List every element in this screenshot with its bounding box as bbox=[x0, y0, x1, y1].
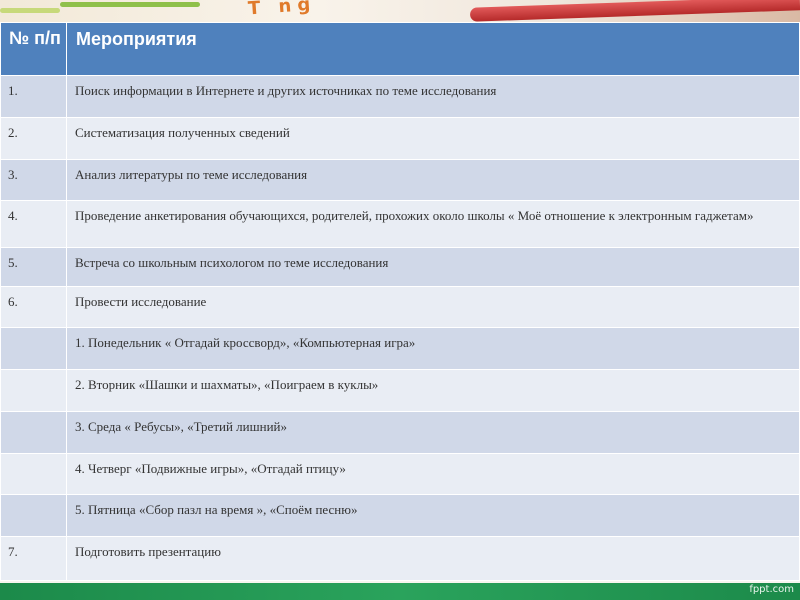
table-row: 3. Среда « Ребусы», «Третий лишний» bbox=[0, 411, 800, 454]
pencil-stripe-decoration bbox=[0, 8, 60, 13]
row-num-cell: 5. bbox=[0, 247, 67, 287]
row-num-cell bbox=[0, 453, 67, 495]
row-text: Провести исследование bbox=[75, 294, 207, 309]
header-events-cell: Мероприятия bbox=[66, 22, 800, 76]
table-row: 4. Проведение анкетирования обучающихся,… bbox=[0, 200, 800, 248]
row-num: 7. bbox=[8, 544, 18, 559]
row-text-cell: 5. Пятница «Сбор пазл на время », «Споём… bbox=[66, 494, 800, 537]
row-num: 6. bbox=[8, 294, 18, 309]
row-num bbox=[1, 412, 66, 418]
row-num-cell bbox=[0, 411, 67, 454]
row-num-cell: 7. bbox=[0, 536, 67, 581]
row-text: 3. Среда « Ребусы», «Третий лишний» bbox=[75, 419, 287, 434]
events-table: № п/п Мероприятия 1. Поиск информации в … bbox=[0, 22, 800, 581]
row-text: 4. Четверг «Подвижные игры», «Отгадай пт… bbox=[75, 461, 346, 476]
row-num-cell bbox=[0, 369, 67, 412]
row-text: Поиск информации в Интернете и других ис… bbox=[75, 83, 497, 98]
row-num-cell: 6. bbox=[0, 286, 67, 328]
top-banner-image: T ng bbox=[0, 0, 800, 22]
table-row: 6. Провести исследование bbox=[0, 286, 800, 328]
row-text-cell: Поиск информации в Интернете и других ис… bbox=[66, 75, 800, 118]
table-row: 4. Четверг «Подвижные игры», «Отгадай пт… bbox=[0, 453, 800, 495]
row-num: 1. bbox=[8, 83, 18, 98]
row-num: 4. bbox=[8, 208, 18, 223]
table-header-row: № п/п Мероприятия bbox=[0, 22, 800, 76]
row-num-cell: 4. bbox=[0, 200, 67, 248]
row-num bbox=[1, 454, 66, 460]
table-row: 7. Подготовить презентацию bbox=[0, 536, 800, 581]
header-num-cell: № п/п bbox=[0, 22, 67, 76]
row-text: Подготовить презентацию bbox=[75, 544, 221, 559]
row-num-cell: 2. bbox=[0, 117, 67, 160]
row-text: 1. Понедельник « Отгадай кроссворд», «Ко… bbox=[75, 335, 416, 350]
row-num-cell: 1. bbox=[0, 75, 67, 118]
table-row: 3. Анализ литературы по теме исследовани… bbox=[0, 159, 800, 201]
row-text: 2. Вторник «Шашки и шахматы», «Поиграем … bbox=[75, 377, 379, 392]
row-text-cell: 1. Понедельник « Отгадай кроссворд», «Ко… bbox=[66, 327, 800, 370]
row-num: 5. bbox=[8, 255, 18, 270]
row-text-cell: Подготовить презентацию bbox=[66, 536, 800, 581]
footer-bar: fppt.com bbox=[0, 583, 800, 600]
row-text: 5. Пятница «Сбор пазл на время », «Споём… bbox=[75, 502, 358, 517]
banner-logo-letters: T ng bbox=[247, 0, 317, 20]
table-row: 5. Встреча со школьным психологом по тем… bbox=[0, 247, 800, 287]
row-num-cell bbox=[0, 494, 67, 537]
table-row: 1. Понедельник « Отгадай кроссворд», «Ко… bbox=[0, 327, 800, 370]
row-text-cell: Встреча со школьным психологом по теме и… bbox=[66, 247, 800, 287]
table-row: 5. Пятница «Сбор пазл на время », «Споём… bbox=[0, 494, 800, 537]
row-text-cell: Анализ литературы по теме исследования bbox=[66, 159, 800, 201]
row-text: Систематизация полученных сведений bbox=[75, 125, 290, 140]
row-text-cell: 3. Среда « Ребусы», «Третий лишний» bbox=[66, 411, 800, 454]
row-text: Встреча со школьным психологом по теме и… bbox=[75, 255, 389, 270]
row-text: Проведение анкетирования обучающихся, ро… bbox=[75, 208, 754, 223]
pencil-stripe-decoration bbox=[60, 2, 200, 7]
row-text: Анализ литературы по теме исследования bbox=[75, 167, 308, 182]
row-num-cell: 3. bbox=[0, 159, 67, 201]
row-text-cell: 2. Вторник «Шашки и шахматы», «Поиграем … bbox=[66, 369, 800, 412]
row-text-cell: Систематизация полученных сведений bbox=[66, 117, 800, 160]
table-row: 2. Систематизация полученных сведений bbox=[0, 117, 800, 160]
row-num: 2. bbox=[8, 125, 18, 140]
row-num bbox=[1, 370, 66, 376]
row-text-cell: Провести исследование bbox=[66, 286, 800, 328]
row-num bbox=[1, 328, 66, 334]
row-num: 3. bbox=[8, 167, 18, 182]
row-text-cell: Проведение анкетирования обучающихся, ро… bbox=[66, 200, 800, 248]
row-num-cell bbox=[0, 327, 67, 370]
header-events-label: Мероприятия bbox=[76, 29, 197, 49]
row-text-cell: 4. Четверг «Подвижные игры», «Отгадай пт… bbox=[66, 453, 800, 495]
row-num bbox=[1, 495, 66, 501]
footer-brand-logo: fppt.com bbox=[749, 584, 794, 595]
table-row: 2. Вторник «Шашки и шахматы», «Поиграем … bbox=[0, 369, 800, 412]
header-num-label: № п/п bbox=[9, 28, 61, 48]
red-pencil-decoration bbox=[469, 0, 800, 22]
table-row: 1. Поиск информации в Интернете и других… bbox=[0, 75, 800, 118]
